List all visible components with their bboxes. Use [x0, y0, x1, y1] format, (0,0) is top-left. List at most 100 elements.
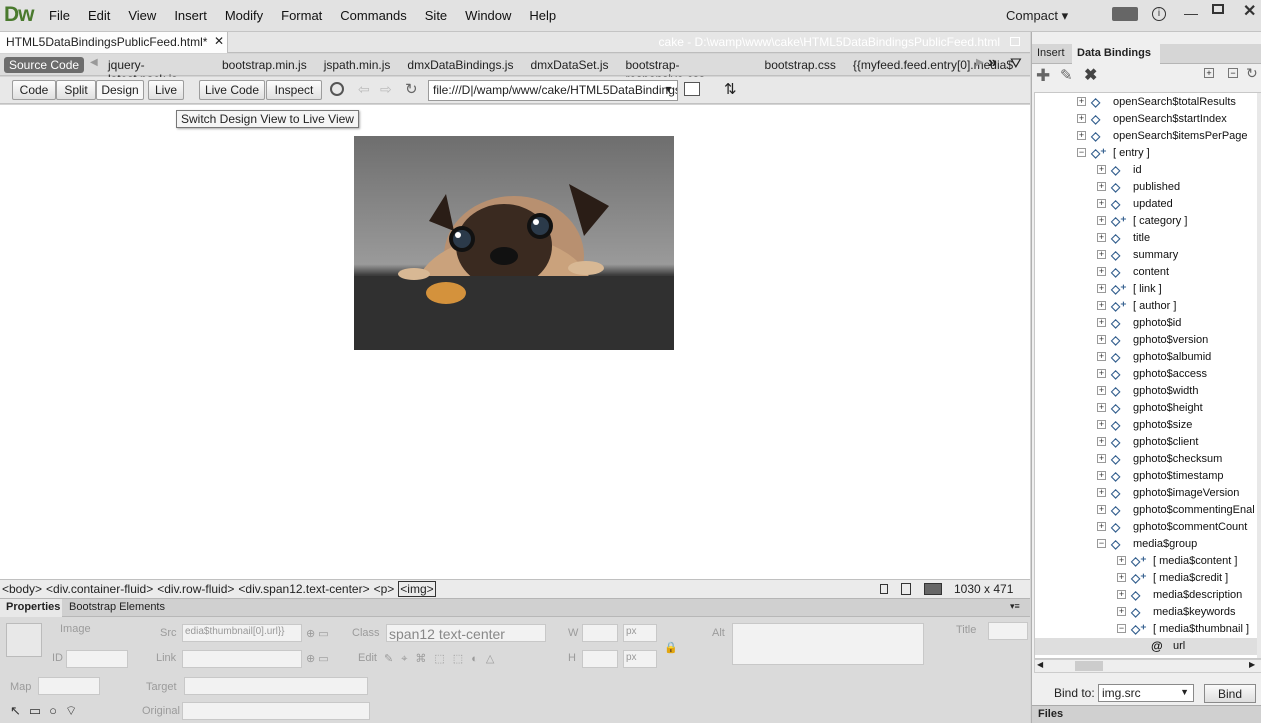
expand-icon[interactable]: + [1097, 522, 1106, 531]
tree-node[interactable]: + ◇ openSearch$itemsPerPage [1035, 128, 1261, 145]
scroll-right-arrow-icon[interactable]: ▶ [1249, 660, 1255, 669]
expand-icon[interactable]: + [1097, 199, 1106, 208]
expand-icon[interactable]: + [1077, 131, 1086, 140]
source-code-button[interactable]: Source Code [4, 57, 85, 73]
horizontal-scrollbar[interactable]: ◀ ▶ [1034, 659, 1261, 673]
data-bindings-tree[interactable]: + ◇ openSearch$totalResults + ◇ openSearch$st… [1034, 92, 1261, 659]
tree-node[interactable]: + ◇ title [1035, 230, 1261, 247]
tree-node[interactable]: + ◇ gphoto$commentCount [1035, 519, 1261, 536]
src-field[interactable]: edia$thumbnail[0].url}} [182, 624, 302, 642]
tab-data-bindings[interactable]: Data Bindings [1072, 44, 1160, 64]
original-field[interactable] [182, 702, 370, 720]
expand-icon[interactable]: + [1097, 386, 1106, 395]
link-browse-icon[interactable]: ⊕ ▭ [306, 652, 329, 665]
expand-icon[interactable]: + [1117, 607, 1126, 616]
tag-selector-item[interactable]: <div.container-fluid> [46, 582, 153, 596]
design-view-button[interactable]: Design [96, 80, 144, 100]
tab-bootstrap-elements[interactable]: Bootstrap Elements [63, 599, 171, 617]
workspace-switcher[interactable]: Compact ▾ [1006, 8, 1068, 24]
map-field[interactable] [38, 677, 100, 695]
tab-insert[interactable]: Insert [1032, 44, 1070, 64]
menu-item-file[interactable]: File [40, 8, 79, 23]
tag-selector-item[interactable]: <p> [374, 582, 395, 596]
expand-icon[interactable]: + [1117, 556, 1126, 565]
tree-node[interactable]: + ◇ published [1035, 179, 1261, 196]
expand-icon[interactable]: + [1097, 267, 1106, 276]
scroll-left-icon[interactable]: ◀ [90, 57, 98, 68]
menu-item-format[interactable]: Format [272, 8, 331, 23]
tree-node[interactable]: @ url [1035, 638, 1261, 655]
expand-icon[interactable]: + [1097, 318, 1106, 327]
expand-icon[interactable]: + [1097, 216, 1106, 225]
menu-item-help[interactable]: Help [520, 8, 565, 23]
tree-node[interactable]: + ◇ gphoto$albumid [1035, 349, 1261, 366]
expand-icon[interactable]: + [1077, 97, 1086, 106]
collapse-all-icon[interactable]: − [1228, 68, 1238, 78]
menu-item-insert[interactable]: Insert [165, 8, 216, 23]
minimize-icon[interactable]: — [1184, 5, 1198, 21]
maximize-icon[interactable] [1212, 4, 1224, 14]
expand-icon[interactable]: + [1097, 505, 1106, 514]
expand-icon[interactable]: + [1097, 165, 1106, 174]
collapse-icon[interactable]: − [1097, 539, 1106, 548]
tree-node[interactable]: + ◇⁺ [ media$credit ] [1035, 570, 1261, 587]
refresh-bindings-icon[interactable]: ↻ [1246, 65, 1258, 82]
tree-node[interactable]: + ◇ gphoto$access [1035, 366, 1261, 383]
menu-item-edit[interactable]: Edit [79, 8, 119, 23]
live-view-button[interactable]: Live [148, 80, 184, 100]
page-options-icon[interactable] [684, 82, 700, 96]
expand-icon[interactable]: + [1077, 114, 1086, 123]
document-tab[interactable]: HTML5DataBindingsPublicFeed.html* ✕ [0, 32, 228, 53]
link-field[interactable] [182, 650, 302, 668]
title-field[interactable] [988, 622, 1028, 640]
restore-icon[interactable] [1010, 37, 1020, 46]
point-to-file-icon[interactable]: ⊕ ▭ [306, 627, 329, 640]
tab-properties[interactable]: Properties [0, 599, 62, 617]
edit-binding-icon[interactable]: ✎ [1060, 66, 1073, 84]
code-view-button[interactable]: Code [12, 80, 56, 100]
expand-icon[interactable]: + [1097, 284, 1106, 293]
tree-node[interactable]: + ◇ summary [1035, 247, 1261, 264]
expand-icon[interactable]: + [1097, 403, 1106, 412]
live-code-button[interactable]: Live Code [199, 80, 265, 100]
menu-item-modify[interactable]: Modify [216, 8, 272, 23]
address-dropdown-icon[interactable]: ▼ [664, 84, 673, 94]
expand-icon[interactable]: + [1097, 488, 1106, 497]
class-select[interactable]: span12 text-center [386, 624, 546, 642]
vertical-scrollbar[interactable] [1257, 93, 1261, 658]
tree-node[interactable]: − ◇⁺ [ entry ] [1035, 145, 1261, 162]
tree-node[interactable]: + ◇ gphoto$timestamp [1035, 468, 1261, 485]
tree-node[interactable]: + ◇ gphoto$imageVersion [1035, 485, 1261, 502]
tree-node[interactable]: + ◇ media$keywords [1035, 604, 1261, 621]
menu-item-site[interactable]: Site [416, 8, 456, 23]
target-select[interactable] [184, 677, 368, 695]
scroll-left-arrow-icon[interactable]: ◀ [1037, 660, 1043, 669]
alt-field[interactable] [732, 623, 924, 665]
tree-node[interactable]: + ◇ openSearch$startIndex [1035, 111, 1261, 128]
scroll-right-icon[interactable]: ▶ [976, 57, 984, 68]
height-field[interactable] [582, 650, 618, 668]
collapse-icon[interactable]: − [1077, 148, 1086, 157]
lock-icon[interactable]: 🔒 [664, 641, 678, 654]
tree-node[interactable]: + ◇⁺ [ link ] [1035, 281, 1261, 298]
file-management-icon[interactable]: ⇅ [724, 80, 737, 98]
extensions-icon[interactable] [1112, 7, 1138, 21]
add-binding-icon[interactable]: ✚ [1036, 66, 1050, 86]
tag-selector-item[interactable]: <img> [398, 581, 436, 597]
tree-node[interactable]: + ◇ gphoto$size [1035, 417, 1261, 434]
expand-icon[interactable]: + [1097, 471, 1106, 480]
tree-node[interactable]: + ◇⁺ [ author ] [1035, 298, 1261, 315]
tag-selector-item[interactable]: <body> [2, 582, 42, 596]
tree-node[interactable]: − ◇ media$group [1035, 536, 1261, 553]
panel-menu-icon[interactable]: ▾≡ [1010, 601, 1020, 612]
tree-node[interactable]: + ◇ gphoto$width [1035, 383, 1261, 400]
expand-icon[interactable]: + [1097, 369, 1106, 378]
tree-node[interactable]: + ◇ media$description [1035, 587, 1261, 604]
close-tab-icon[interactable]: ✕ [214, 34, 224, 48]
tree-node[interactable]: + ◇ gphoto$version [1035, 332, 1261, 349]
menu-item-window[interactable]: Window [456, 8, 520, 23]
expand-icon[interactable]: + [1097, 335, 1106, 344]
tree-node[interactable]: + ◇ gphoto$height [1035, 400, 1261, 417]
expand-icon[interactable]: + [1097, 301, 1106, 310]
expand-all-icon[interactable]: + [1204, 68, 1214, 78]
